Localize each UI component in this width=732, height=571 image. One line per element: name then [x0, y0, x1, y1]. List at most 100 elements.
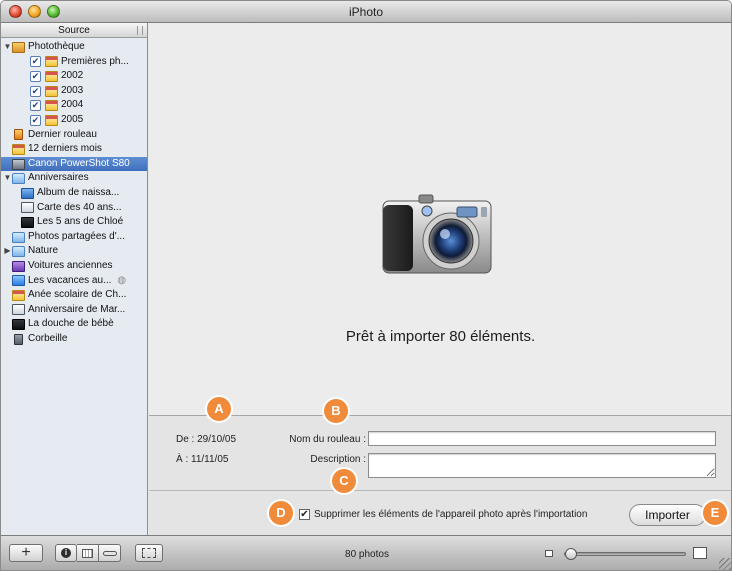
sidebar-item[interactable]: ✔ 2004 [1, 98, 147, 113]
fullscreen-button[interactable] [135, 544, 163, 562]
include-checkbox[interactable]: ✔ [30, 85, 41, 97]
zoom-slider-track[interactable] [564, 552, 686, 556]
sidebar-item[interactable]: Photos partagées d'... [1, 230, 147, 245]
sidebar-item-label: Anniversaires [28, 172, 89, 184]
include-checkbox[interactable]: ✔ [30, 100, 41, 112]
source-header-label: Source [58, 25, 90, 36]
sidebar-item[interactable]: ✔ 2003 [1, 84, 147, 99]
delete-after-import-label: Supprimer les éléments de l'appareil pho… [314, 509, 588, 520]
sidebar-item[interactable]: Anniversaire de Mar... [1, 303, 147, 318]
roll-name-label: Nom du rouleau : [289, 434, 366, 445]
slideshow-icon [12, 319, 25, 331]
book-icon [12, 304, 25, 316]
info-button[interactable]: i [55, 544, 77, 562]
sidebar-item-label: Nature [28, 245, 59, 257]
checkmark-icon[interactable]: ✔ [299, 509, 310, 520]
calendar-icon [82, 548, 93, 558]
sidebar-item[interactable]: Canon PowerShot S80 [1, 156, 147, 172]
library-icon [12, 41, 25, 53]
close-window-button[interactable] [9, 5, 22, 18]
source-column-header[interactable]: Source [1, 23, 147, 38]
calendar-icon [45, 85, 58, 97]
sidebar-item-label: 2002 [61, 70, 84, 82]
include-checkbox[interactable]: ✔ [30, 114, 41, 126]
delete-after-import-checkbox[interactable]: ✔ Supprimer les éléments de l'appareil p… [299, 509, 587, 520]
calendar-icon [12, 289, 25, 301]
folder-icon [12, 246, 25, 258]
sidebar-item[interactable]: Les vacances au... ◍ [1, 274, 147, 289]
disclosure-open-icon[interactable]: ▼ [3, 171, 12, 186]
sidebar-item-label: 12 derniers mois [28, 143, 102, 155]
ready-to-import-message: Prêt à importer 80 éléments. [345, 328, 536, 345]
sidebar-item-label: Photos partagées d'... [28, 230, 125, 242]
sidebar-item-label: Corbeille [28, 332, 68, 344]
sidebar-item[interactable]: La douche de bébè [1, 317, 147, 332]
key-icon [102, 550, 117, 556]
include-checkbox[interactable]: ✔ [30, 70, 41, 82]
sidebar-item[interactable]: ✔ Premières ph... [1, 55, 147, 70]
calendar-button[interactable] [77, 544, 99, 562]
sidebar-item[interactable]: 12 derniers mois [1, 142, 147, 157]
sidebar-item-label: Anniversaire de Mar... [28, 303, 126, 315]
roll-name-input[interactable] [368, 431, 716, 446]
smart-album-icon [12, 260, 25, 272]
window-resize-grip-icon[interactable] [719, 558, 731, 570]
calendar-icon [45, 70, 58, 82]
sidebar-item-label: La douche de bébè [28, 318, 114, 330]
camera-icon [12, 158, 25, 170]
callout-badge-b: B [324, 399, 348, 423]
sidebar-item-label: Premières ph... [61, 55, 129, 67]
date-from-label: De : 29/10/05 [176, 434, 237, 445]
add-album-button[interactable]: + [9, 544, 43, 562]
sidebar-item[interactable]: ▼ Anniversaires [1, 171, 147, 186]
large-thumbnail-icon [693, 547, 707, 559]
date-to-label: À : 11/11/05 [176, 454, 229, 465]
iphoto-window: iPhoto Source ▼ Photothèque ✔ Premières ph.… [0, 0, 732, 571]
import-button[interactable]: Importer [629, 504, 706, 526]
bottom-toolbar: 80 photos + i [1, 535, 731, 570]
sidebar-item[interactable]: ✔ 2002 [1, 69, 147, 84]
disclosure-open-icon[interactable]: ▼ [3, 40, 12, 55]
calendar-icon [45, 114, 58, 126]
sidebar-item-label: Carte des 40 ans... [37, 201, 122, 213]
sidebar-item[interactable]: Les 5 ans de Chloé [1, 215, 147, 230]
sidebar-item-label: Dernier rouleau [28, 128, 97, 140]
callout-badge-c: C [332, 469, 356, 493]
import-content: Prêt à importer 80 éléments. De : 29/10/… [149, 23, 731, 535]
callout-badge-e: E [703, 501, 727, 525]
sidebar-item-label: Anée scolaire de Ch... [28, 289, 127, 301]
sidebar-item-label: Les vacances au... [28, 274, 112, 286]
keyword-button[interactable] [99, 544, 121, 562]
sidebar-item[interactable]: ▼ Photothèque [1, 40, 147, 55]
calendar-icon [45, 100, 58, 112]
film-roll-icon [14, 129, 23, 141]
sidebar-item[interactable]: Album de naissa... [1, 186, 147, 201]
calendar-icon [12, 143, 25, 155]
sidebar-item-label: 2005 [61, 113, 84, 125]
zoom-slider-knob[interactable] [565, 548, 577, 560]
sidebar-item-label: Les 5 ans de Chloé [37, 216, 124, 228]
album-icon [21, 187, 34, 199]
description-input[interactable] [368, 453, 716, 478]
sidebar-item[interactable]: Voitures anciennes [1, 259, 147, 274]
sidebar-item-label: Voitures anciennes [28, 259, 113, 271]
sidebar-item[interactable]: ✔ 2005 [1, 113, 147, 128]
sidebar-item-label: Canon PowerShot S80 [28, 157, 130, 169]
shared-album-icon [12, 275, 25, 287]
disclosure-closed-icon[interactable]: ▶ [3, 244, 12, 259]
resize-grip-icon[interactable] [137, 26, 143, 35]
shared-broadcast-icon: ◍ [117, 274, 127, 286]
sidebar-item[interactable]: Anée scolaire de Ch... [1, 288, 147, 303]
photo-viewer: Prêt à importer 80 éléments. [149, 23, 731, 415]
include-checkbox[interactable]: ✔ [30, 56, 41, 68]
zoom-window-button[interactable] [47, 5, 60, 18]
sidebar-item[interactable]: Carte des 40 ans... [1, 201, 147, 216]
sidebar-item[interactable]: Dernier rouleau [1, 128, 147, 143]
sidebar-item[interactable]: Corbeille [1, 332, 147, 347]
source-sidebar: Source ▼ Photothèque ✔ Premières ph... ✔ 2002… [1, 23, 148, 535]
sidebar-item[interactable]: ▶ Nature [1, 244, 147, 259]
minimize-window-button[interactable] [28, 5, 41, 18]
info-icon: i [61, 548, 71, 558]
small-thumbnail-icon [545, 550, 553, 557]
callout-badge-d: D [269, 501, 293, 525]
